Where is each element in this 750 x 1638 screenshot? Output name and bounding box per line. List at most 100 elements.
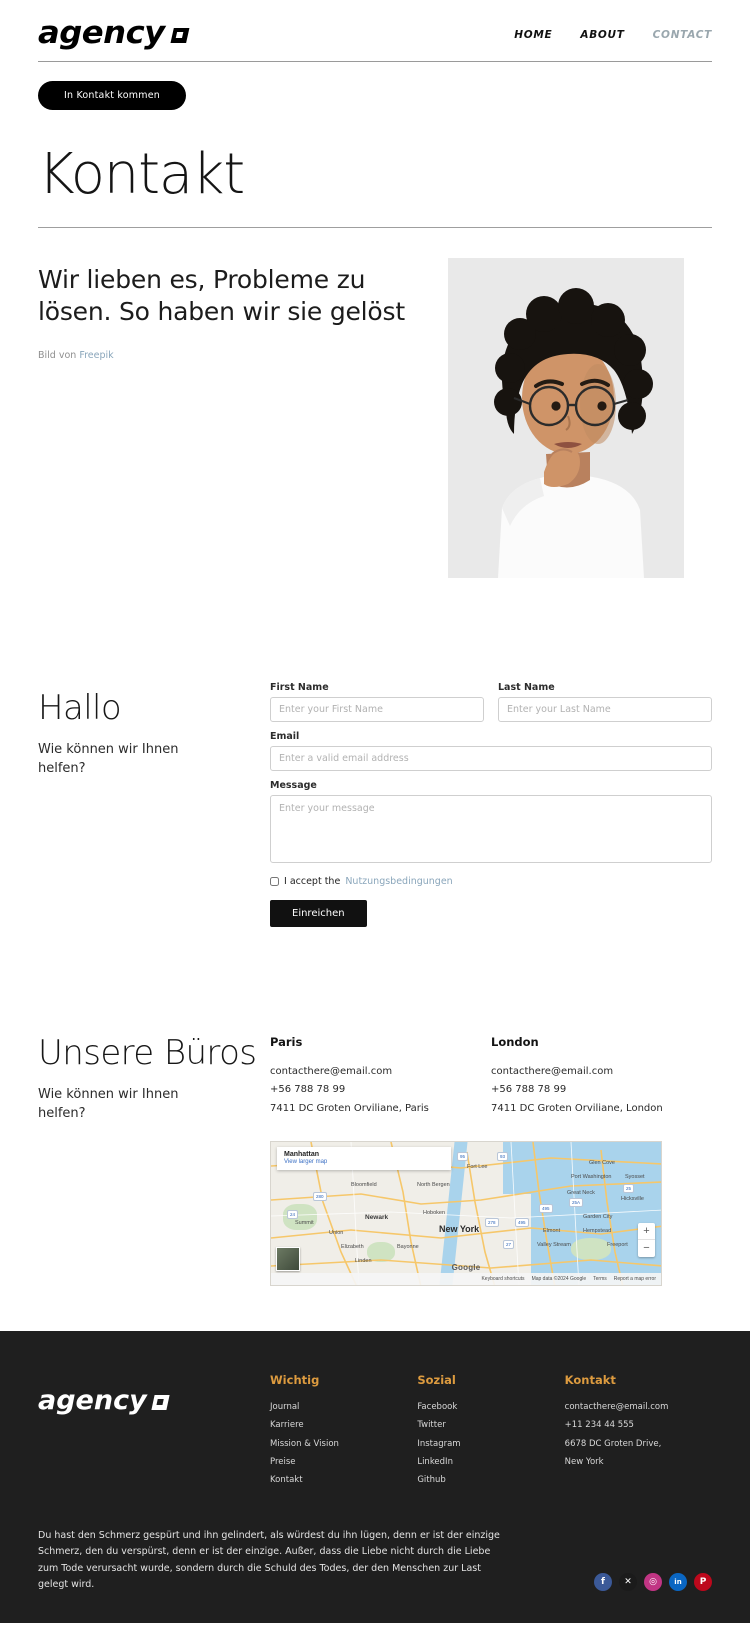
map-data-attribution: Map data ©2024 Google (531, 1276, 587, 1283)
footer-contact-phone[interactable]: +11 234 44 555 (565, 1419, 712, 1432)
nav-item-home[interactable]: HOME (514, 29, 552, 41)
email-label: Email (270, 730, 300, 742)
contact-page: agency HOME ABOUT CONTACT In Kontakt kom… (0, 0, 750, 1624)
map-label-elizabeth: Elizabeth (341, 1244, 364, 1251)
map-zoom-in-button[interactable]: + (638, 1223, 655, 1241)
map-place-card[interactable]: Manhattan View larger map (277, 1147, 451, 1171)
map-shield-25: 25 (623, 1184, 635, 1194)
last-name-input[interactable] (498, 696, 712, 722)
social-links: f ✕ ◎ in P (594, 1573, 712, 1593)
map-terms-link[interactable]: Terms (593, 1276, 607, 1282)
map-label-port-washington: Port Washington (571, 1174, 612, 1181)
email-input[interactable] (270, 745, 712, 771)
footer-logo-text: agency (38, 1385, 147, 1417)
form-aside: Hallo Wie können wir Ihnen helfen? (38, 682, 270, 779)
map-shield-280: 280 (313, 1192, 327, 1202)
get-in-touch-button[interactable]: In Kontakt kommen (38, 81, 186, 110)
submit-button[interactable]: Einreichen (270, 899, 367, 927)
footer-link-facebook[interactable]: Facebook (417, 1401, 564, 1414)
email-field: Email (270, 731, 712, 771)
footer-link-journal[interactable]: Journal (270, 1401, 417, 1414)
cta-wrapper: In Kontakt kommen (0, 62, 750, 110)
site-logo[interactable]: agency (38, 15, 190, 51)
footer-contact-address-line2: New York (564, 1456, 604, 1467)
map-label-bloomfield: Bloomfield (351, 1182, 377, 1189)
footer-column-title: Wichtig (270, 1373, 320, 1388)
google-logo: Google (451, 1263, 481, 1273)
office-phone[interactable]: +56 788 78 99 (491, 1082, 712, 1098)
instagram-icon[interactable]: ◎ (644, 1573, 662, 1592)
footer-column-title: Sozial (417, 1373, 456, 1388)
office-city: London (491, 1034, 539, 1049)
footer-link-linkedin[interactable]: LinkedIn (417, 1456, 564, 1469)
footer-link-twitter[interactable]: Twitter (417, 1419, 564, 1432)
office-paris: Paris contacthere@email.com +56 788 78 9… (270, 1035, 491, 1120)
nav-item-contact[interactable]: CONTACT (653, 29, 712, 41)
page-title-block: Kontakt (0, 110, 750, 228)
page-title: Kontakt (38, 142, 245, 207)
map-label-syosset: Syosset (625, 1174, 645, 1181)
footer-logo[interactable]: agency (38, 1387, 270, 1414)
map-label-hoboken: Hoboken (423, 1210, 446, 1217)
message-textarea[interactable] (270, 794, 712, 863)
map-label-summit: Summit (295, 1220, 314, 1227)
map-shield-495b: 495 (515, 1218, 529, 1228)
map-keyboard-shortcuts[interactable]: Keyboard shortcuts (481, 1276, 524, 1282)
terms-link[interactable]: Nutzungsbedingungen (345, 876, 452, 887)
x-twitter-icon[interactable]: ✕ (619, 1573, 637, 1592)
office-address: 7411 DC Groten Orviliane, London (491, 1102, 663, 1114)
nav-item-about[interactable]: ABOUT (580, 29, 624, 41)
office-columns: Paris contacthere@email.com +56 788 78 9… (270, 1035, 712, 1120)
map-shield-27: 27 (503, 1240, 515, 1250)
map-streetview-thumbnail[interactable] (276, 1247, 300, 1272)
offices-subtitle: Wie können wir Ihnen helfen? (38, 1087, 179, 1122)
footer-link-mission-vision[interactable]: Mission & Vision (270, 1438, 417, 1451)
footer-link-karriere[interactable]: Karriere (270, 1419, 417, 1432)
map-label-hicksville: Hicksville (621, 1196, 644, 1203)
first-name-label: First Name (270, 681, 329, 693)
site-header: agency HOME ABOUT CONTACT (0, 0, 750, 49)
footer-link-github[interactable]: Github (417, 1474, 564, 1487)
image-credit-prefix: Bild von (38, 349, 80, 361)
map-shield-278: 278 (485, 1218, 499, 1228)
map-label-union: Union (329, 1230, 344, 1237)
office-phone[interactable]: +56 788 78 99 (270, 1082, 491, 1098)
google-map-embed[interactable]: New York Newark Hoboken North Bergen Blo… (270, 1141, 662, 1287)
footer-contact-email[interactable]: contacthere@email.com (565, 1401, 712, 1414)
map-label-garden-city: Garden City (583, 1214, 613, 1221)
pinterest-icon[interactable]: P (694, 1573, 712, 1592)
map-shield-24: 24 (287, 1210, 299, 1220)
contact-form-section: Hallo Wie können wir Ihnen helfen? First… (0, 578, 750, 927)
map-label-valley-stream: Valley Stream (537, 1242, 571, 1249)
footer-link-instagram[interactable]: Instagram (417, 1438, 564, 1451)
site-logo-text: agency (38, 15, 165, 51)
footer-contact-address-line1: 6678 DC Groten Drive, (564, 1438, 662, 1449)
map-label-north-bergen: North Bergen (417, 1182, 450, 1189)
footer-link-preise[interactable]: Preise (270, 1456, 417, 1469)
intro-section: Wir lieben es, Probleme zu lösen. So hab… (0, 228, 750, 578)
footer-link-kontakt[interactable]: Kontakt (270, 1474, 417, 1487)
map-label-linden: Linden (355, 1258, 372, 1265)
facebook-icon[interactable]: f (594, 1573, 612, 1592)
office-london: London contacthere@email.com +56 788 78 … (491, 1035, 712, 1120)
map-report-error-link[interactable]: Report a map error (614, 1276, 656, 1282)
map-zoom-controls[interactable]: + − (638, 1223, 655, 1258)
name-fields-row: First Name Last Name (270, 682, 712, 731)
map-label-bayonne: Bayonne (397, 1244, 419, 1251)
terms-checkbox[interactable] (270, 876, 279, 886)
map-label-elmont: Elmont (543, 1228, 561, 1235)
linkedin-icon[interactable]: in (669, 1573, 687, 1592)
office-email[interactable]: contacthere@email.com (270, 1064, 491, 1080)
map-label-great-neck: Great Neck (567, 1190, 595, 1197)
map-label-freeport: Freeport (607, 1242, 628, 1249)
last-name-field: Last Name (498, 682, 712, 722)
message-field: Message (270, 780, 712, 867)
first-name-input[interactable] (270, 696, 484, 722)
footer-column-wichtig: Wichtig Journal Karriere Mission & Visio… (270, 1373, 417, 1492)
map-view-larger-link[interactable]: View larger map (284, 1159, 444, 1165)
image-credit-link[interactable]: Freepik (79, 350, 113, 361)
image-credit: Bild von Freepik (38, 350, 414, 361)
office-email[interactable]: contacthere@email.com (491, 1064, 712, 1080)
first-name-field: First Name (270, 682, 484, 722)
map-zoom-out-button[interactable]: − (638, 1240, 655, 1257)
